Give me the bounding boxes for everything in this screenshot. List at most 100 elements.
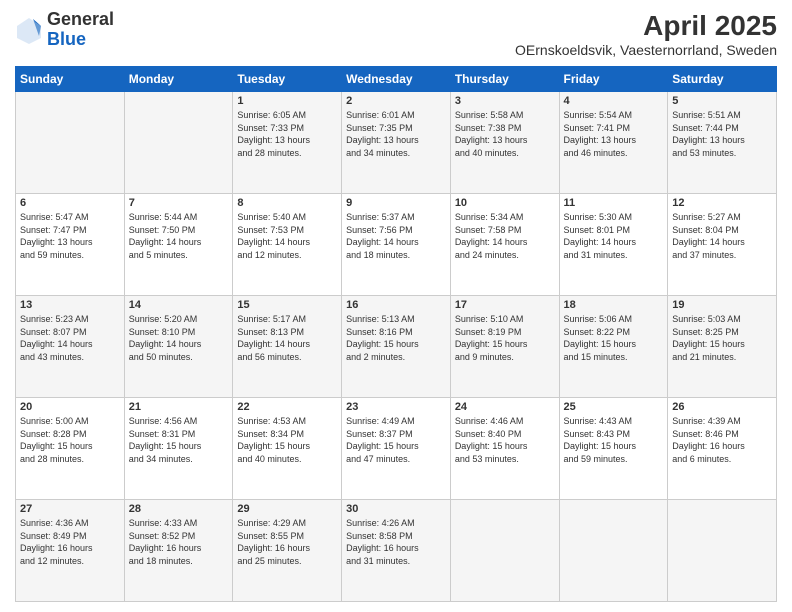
day-number: 14 [129,299,229,311]
calendar-cell: 25Sunrise: 4:43 AM Sunset: 8:43 PM Dayli… [559,398,668,500]
calendar-cell [450,500,559,602]
day-info: Sunrise: 5:54 AM Sunset: 7:41 PM Dayligh… [564,109,664,159]
day-number: 26 [672,401,772,413]
day-info: Sunrise: 4:39 AM Sunset: 8:46 PM Dayligh… [672,415,772,465]
day-info: Sunrise: 6:05 AM Sunset: 7:33 PM Dayligh… [237,109,337,159]
day-info: Sunrise: 5:44 AM Sunset: 7:50 PM Dayligh… [129,211,229,261]
logo: General Blue [15,10,114,50]
logo-general: General [47,9,114,29]
weekday-header: Monday [124,67,233,92]
title-block: April 2025 OErnskoeldsvik, Vaesternorrla… [515,10,777,58]
calendar-cell: 2 Sunrise: 6:01 AM Sunset: 7:35 PM Daylig… [342,92,451,194]
calendar-cell: 17Sunrise: 5:10 AM Sunset: 8:19 PM Dayli… [450,296,559,398]
calendar-week-row: 1 Sunrise: 6:05 AM Sunset: 7:33 PM Daylig… [16,92,777,194]
day-info: Sunrise: 5:00 AM Sunset: 8:28 PM Dayligh… [20,415,120,465]
day-info: Sunrise: 5:47 AM Sunset: 7:47 PM Dayligh… [20,211,120,261]
day-info: Sunrise: 5:51 AM Sunset: 7:44 PM Dayligh… [672,109,772,159]
calendar-cell: 11 Sunrise: 5:30 AM Sunset: 8:01 PM Dayli… [559,194,668,296]
day-info: Sunrise: 5:40 AM Sunset: 7:53 PM Dayligh… [237,211,337,261]
day-info: Sunrise: 5:06 AM Sunset: 8:22 PM Dayligh… [564,313,664,363]
day-number: 24 [455,401,555,413]
calendar-subtitle: OErnskoeldsvik, Vaesternorrland, Sweden [515,42,777,58]
calendar-cell: 24 Sunrise: 4:46 AM Sunset: 8:40 PM Dayli… [450,398,559,500]
header: General Blue April 2025 OErnskoeldsvik, … [15,10,777,58]
day-number: 9 [346,197,446,209]
day-info: Sunrise: 4:49 AM Sunset: 8:37 PM Dayligh… [346,415,446,465]
calendar-cell: 18 Sunrise: 5:06 AM Sunset: 8:22 PM Dayli… [559,296,668,398]
calendar-cell [16,92,125,194]
day-info: Sunrise: 5:03 AM Sunset: 8:25 PM Dayligh… [672,313,772,363]
calendar-cell: 28 Sunrise: 4:33 AM Sunset: 8:52 PM Dayli… [124,500,233,602]
day-info: Sunrise: 5:10 AM Sunset: 8:19 PM Dayligh… [455,313,555,363]
calendar-week-row: 20 Sunrise: 5:00 AM Sunset: 8:28 PM Dayli… [16,398,777,500]
day-info: Sunrise: 5:20 AM Sunset: 8:10 PM Dayligh… [129,313,229,363]
day-number: 8 [237,197,337,209]
weekday-header: Wednesday [342,67,451,92]
day-number: 6 [20,197,120,209]
day-number: 1 [237,95,337,107]
weekday-header: Saturday [668,67,777,92]
day-info: Sunrise: 4:43 AM Sunset: 8:43 PM Dayligh… [564,415,664,465]
calendar-body: 1 Sunrise: 6:05 AM Sunset: 7:33 PM Daylig… [16,92,777,602]
day-number: 28 [129,503,229,515]
day-number: 3 [455,95,555,107]
day-info: Sunrise: 5:27 AM Sunset: 8:04 PM Dayligh… [672,211,772,261]
calendar-cell: 8 Sunrise: 5:40 AM Sunset: 7:53 PM Daylig… [233,194,342,296]
day-number: 12 [672,197,772,209]
day-info: Sunrise: 6:01 AM Sunset: 7:35 PM Dayligh… [346,109,446,159]
calendar-cell: 5 Sunrise: 5:51 AM Sunset: 7:44 PM Daylig… [668,92,777,194]
day-number: 22 [237,401,337,413]
day-info: Sunrise: 4:56 AM Sunset: 8:31 PM Dayligh… [129,415,229,465]
day-number: 2 [346,95,446,107]
calendar-cell: 3 Sunrise: 5:58 AM Sunset: 7:38 PM Daylig… [450,92,559,194]
day-number: 23 [346,401,446,413]
day-info: Sunrise: 5:23 AM Sunset: 8:07 PM Dayligh… [20,313,120,363]
calendar-cell: 6 Sunrise: 5:47 AM Sunset: 7:47 PM Daylig… [16,194,125,296]
calendar-cell: 10 Sunrise: 5:34 AM Sunset: 7:58 PM Dayli… [450,194,559,296]
weekday-row: SundayMondayTuesdayWednesdayThursdayFrid… [16,67,777,92]
day-info: Sunrise: 4:53 AM Sunset: 8:34 PM Dayligh… [237,415,337,465]
calendar-cell: 22 Sunrise: 4:53 AM Sunset: 8:34 PM Dayli… [233,398,342,500]
day-number: 16 [346,299,446,311]
weekday-header: Friday [559,67,668,92]
calendar-cell: 30Sunrise: 4:26 AM Sunset: 8:58 PM Dayli… [342,500,451,602]
day-info: Sunrise: 5:37 AM Sunset: 7:56 PM Dayligh… [346,211,446,261]
day-number: 20 [20,401,120,413]
calendar-cell: 14 Sunrise: 5:20 AM Sunset: 8:10 PM Dayli… [124,296,233,398]
calendar-cell: 27Sunrise: 4:36 AM Sunset: 8:49 PM Dayli… [16,500,125,602]
calendar-week-row: 27Sunrise: 4:36 AM Sunset: 8:49 PM Dayli… [16,500,777,602]
day-number: 15 [237,299,337,311]
calendar-cell [559,500,668,602]
day-number: 11 [564,197,664,209]
day-info: Sunrise: 4:33 AM Sunset: 8:52 PM Dayligh… [129,517,229,567]
calendar-cell: 19 Sunrise: 5:03 AM Sunset: 8:25 PM Dayli… [668,296,777,398]
day-number: 10 [455,197,555,209]
calendar-cell: 29 Sunrise: 4:29 AM Sunset: 8:55 PM Dayli… [233,500,342,602]
calendar-cell [668,500,777,602]
day-number: 5 [672,95,772,107]
day-number: 4 [564,95,664,107]
calendar-cell: 20 Sunrise: 5:00 AM Sunset: 8:28 PM Dayli… [16,398,125,500]
day-info: Sunrise: 4:46 AM Sunset: 8:40 PM Dayligh… [455,415,555,465]
day-number: 29 [237,503,337,515]
day-info: Sunrise: 4:29 AM Sunset: 8:55 PM Dayligh… [237,517,337,567]
page: General Blue April 2025 OErnskoeldsvik, … [0,0,792,612]
calendar-cell [124,92,233,194]
day-info: Sunrise: 5:58 AM Sunset: 7:38 PM Dayligh… [455,109,555,159]
day-number: 21 [129,401,229,413]
day-info: Sunrise: 5:13 AM Sunset: 8:16 PM Dayligh… [346,313,446,363]
day-info: Sunrise: 5:30 AM Sunset: 8:01 PM Dayligh… [564,211,664,261]
calendar-week-row: 6 Sunrise: 5:47 AM Sunset: 7:47 PM Daylig… [16,194,777,296]
day-number: 19 [672,299,772,311]
day-info: Sunrise: 5:34 AM Sunset: 7:58 PM Dayligh… [455,211,555,261]
calendar-cell: 21 Sunrise: 4:56 AM Sunset: 8:31 PM Dayli… [124,398,233,500]
calendar-cell: 9 Sunrise: 5:37 AM Sunset: 7:56 PM Daylig… [342,194,451,296]
calendar-title: April 2025 [515,10,777,42]
calendar-cell: 1 Sunrise: 6:05 AM Sunset: 7:33 PM Daylig… [233,92,342,194]
day-number: 18 [564,299,664,311]
weekday-header: Sunday [16,67,125,92]
day-number: 13 [20,299,120,311]
calendar-cell: 16 Sunrise: 5:13 AM Sunset: 8:16 PM Dayli… [342,296,451,398]
calendar-header: SundayMondayTuesdayWednesdayThursdayFrid… [16,67,777,92]
weekday-header: Tuesday [233,67,342,92]
